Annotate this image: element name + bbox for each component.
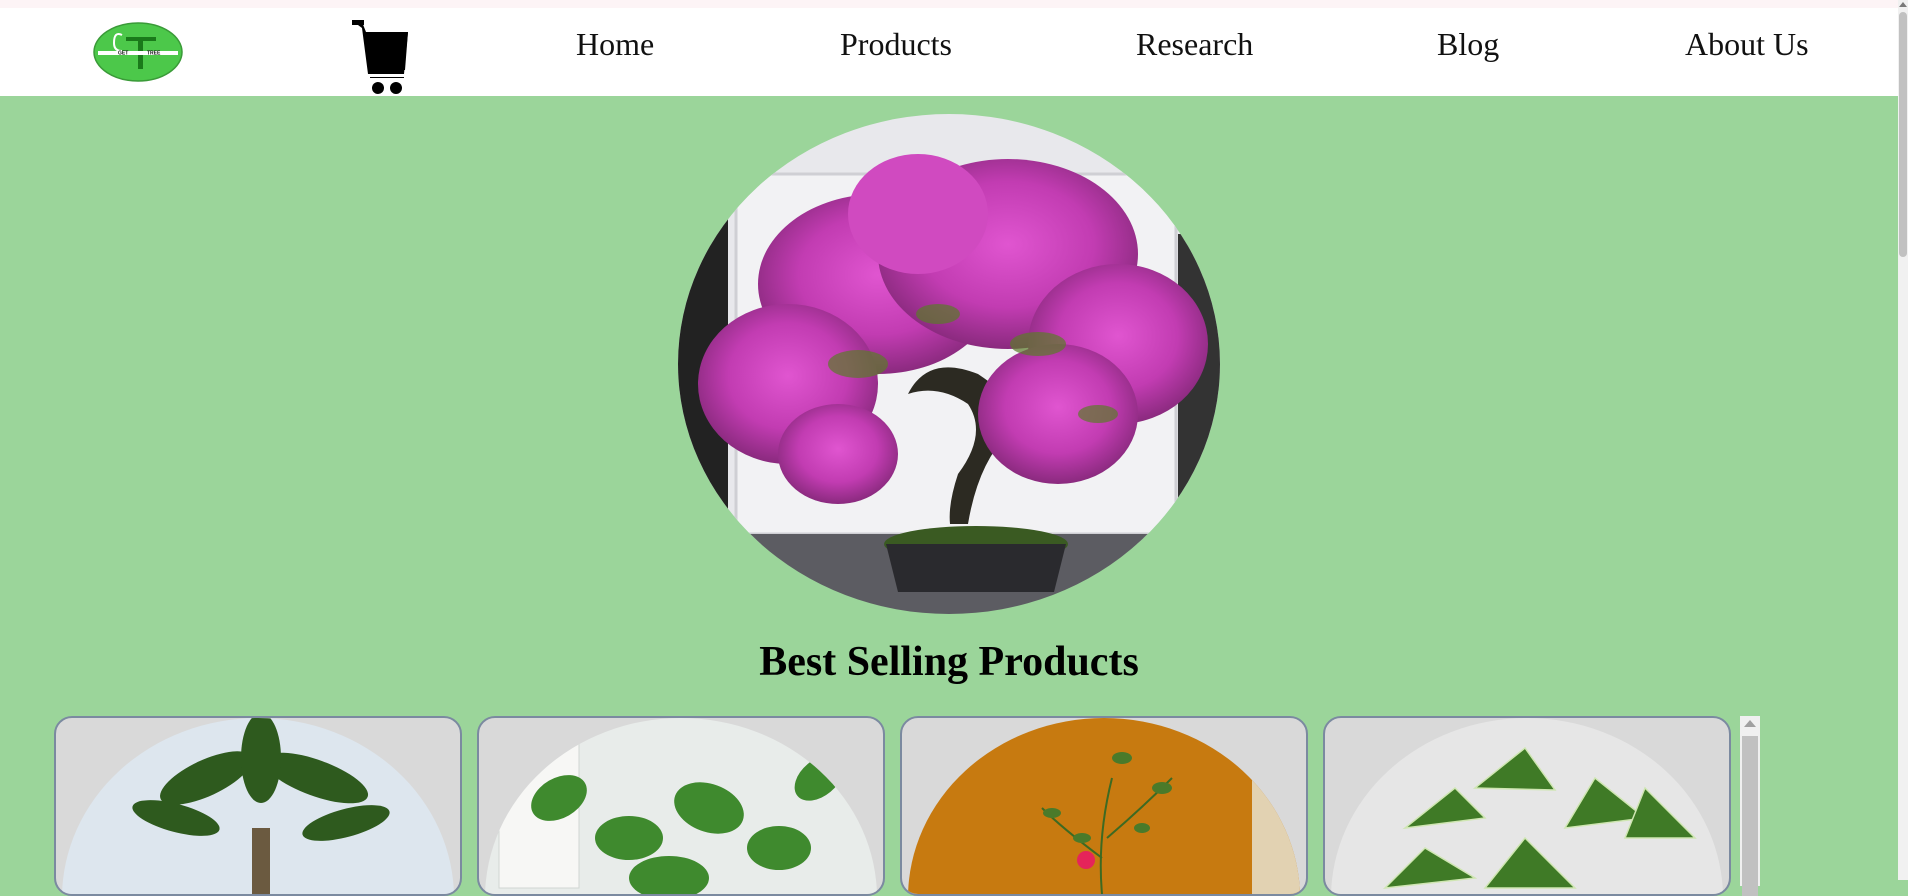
product-card[interactable] <box>477 716 885 896</box>
get-tree-logo[interactable]: GET TREE <box>92 21 184 83</box>
page-scrollbar-thumb[interactable] <box>1899 12 1907 257</box>
scroll-up-arrow-icon[interactable] <box>1744 720 1756 727</box>
money-tree-image <box>62 718 454 894</box>
logo-icon: GET TREE <box>93 22 183 82</box>
page-scroll-up-arrow-icon[interactable] <box>1899 2 1907 7</box>
product-card[interactable] <box>1323 716 1731 896</box>
page-scrollbar[interactable] <box>1898 0 1908 880</box>
pothos-image <box>485 718 877 894</box>
nav-research[interactable]: Research <box>1136 26 1253 63</box>
nav-products[interactable]: Products <box>840 26 952 63</box>
svg-text:GET: GET <box>118 51 128 57</box>
svg-text:TREE: TREE <box>147 51 161 57</box>
scrollbar-thumb[interactable] <box>1742 736 1758 896</box>
rose-plant-image <box>908 718 1300 894</box>
hero-bonsai-image <box>678 114 1220 614</box>
cart-button[interactable] <box>350 14 412 98</box>
nav-about-us[interactable]: About Us <box>1685 26 1809 63</box>
product-card[interactable] <box>900 716 1308 896</box>
nav-home[interactable]: Home <box>576 26 654 63</box>
top-strip <box>0 0 1898 8</box>
nav-blog[interactable]: Blog <box>1437 26 1499 63</box>
syngonium-image <box>1331 718 1723 894</box>
navbar: GET TREE Home Products Research Blog Abo… <box>0 8 1898 96</box>
shopping-cart-icon <box>352 20 408 94</box>
product-card[interactable] <box>54 716 462 896</box>
products-scrollbar[interactable] <box>1740 716 1760 896</box>
best-selling-title: Best Selling Products <box>759 639 1139 685</box>
